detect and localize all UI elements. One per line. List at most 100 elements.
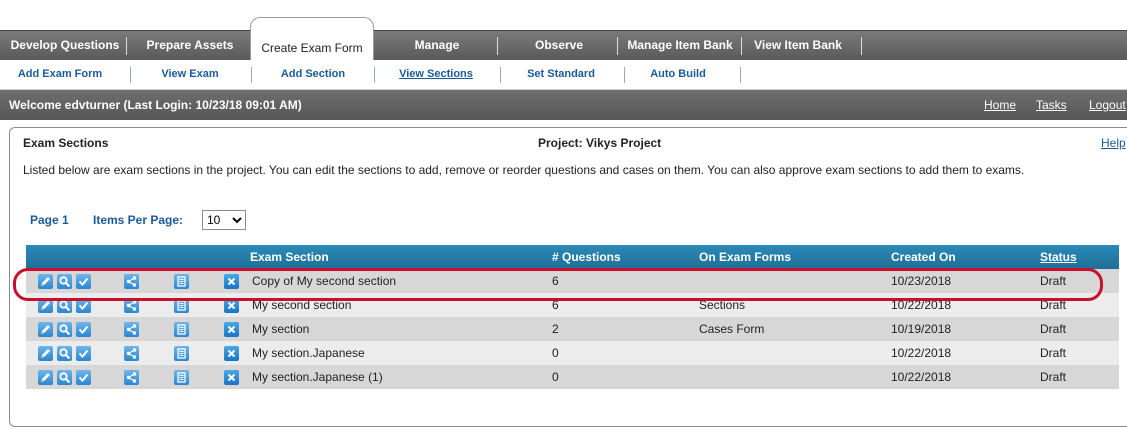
sub-nav: Add Exam Form View Exam Add Section View…: [0, 60, 1127, 90]
table-row: My section 2 Cases Form 10/19/2018 Draft: [26, 317, 1119, 341]
delete-icon[interactable]: [224, 346, 239, 361]
tab-prepare-assets[interactable]: Prepare Assets: [138, 31, 242, 60]
cell-exam-section: My section.Japanese (1): [252, 370, 383, 384]
notes-icon[interactable]: [174, 322, 189, 337]
table-row: Copy of My second section 6 10/23/2018 Draf…: [26, 269, 1119, 293]
cell-status: Draft: [1040, 298, 1067, 312]
header-on-exam-forms[interactable]: On Exam Forms: [699, 245, 791, 269]
subnav-auto-build[interactable]: Auto Build: [638, 60, 718, 89]
edit-icon[interactable]: [38, 370, 53, 385]
search-icon[interactable]: [57, 298, 72, 313]
share-icon[interactable]: [124, 346, 139, 361]
panel-title: Exam Sections: [23, 136, 109, 150]
subnav-view-sections[interactable]: View Sections: [386, 60, 486, 89]
subnav-divider: [500, 67, 501, 83]
cell-created-on: 10/22/2018: [891, 370, 952, 384]
items-per-page-select[interactable]: 10: [202, 210, 246, 230]
nav-divider: [741, 37, 742, 55]
header-created-on[interactable]: Created On: [891, 245, 956, 269]
delete-icon[interactable]: [224, 322, 239, 337]
share-icon[interactable]: [124, 370, 139, 385]
cell-created-on: 10/22/2018: [891, 298, 952, 312]
subnav-divider: [130, 67, 131, 83]
delete-icon[interactable]: [224, 370, 239, 385]
notes-icon[interactable]: [174, 370, 189, 385]
nav-divider: [497, 37, 498, 55]
home-link[interactable]: Home: [984, 90, 1016, 120]
tab-manage[interactable]: Manage: [392, 31, 482, 60]
search-icon[interactable]: [57, 274, 72, 289]
table-row: My section.Japanese (1) 0 10/22/2018 Draft: [26, 365, 1119, 389]
notes-icon[interactable]: [174, 274, 189, 289]
tab-create-exam-form[interactable]: Create Exam Form: [250, 17, 374, 61]
subnav-add-exam-form[interactable]: Add Exam Form: [8, 60, 112, 89]
tab-view-item-bank[interactable]: View Item Bank: [748, 31, 848, 60]
cell-exam-section: Copy of My second section: [252, 274, 397, 288]
subnav-view-exam[interactable]: View Exam: [145, 60, 235, 89]
cell-questions: 0: [552, 370, 559, 384]
page-indicator[interactable]: Page 1: [30, 213, 69, 227]
logout-link[interactable]: Logout: [1089, 90, 1126, 120]
tasks-link[interactable]: Tasks: [1036, 90, 1067, 120]
approve-check-icon[interactable]: [76, 274, 91, 289]
items-per-page-label: Items Per Page:: [93, 213, 184, 227]
cell-on-exam-forms: Cases Form: [699, 322, 765, 336]
welcome-message: Welcome edvturner (Last Login: 10/23/18 …: [9, 98, 302, 112]
approve-check-icon[interactable]: [76, 298, 91, 313]
pager: Page 1 Items Per Page: 10: [30, 210, 246, 230]
search-icon[interactable]: [57, 322, 72, 337]
nav-divider: [617, 37, 618, 55]
subnav-add-section[interactable]: Add Section: [266, 60, 360, 89]
notes-icon[interactable]: [174, 298, 189, 313]
tab-manage-item-bank[interactable]: Manage Item Bank: [621, 31, 739, 60]
header-status[interactable]: Status: [1040, 245, 1077, 269]
search-icon[interactable]: [57, 346, 72, 361]
subnav-divider: [251, 67, 252, 83]
edit-icon[interactable]: [38, 274, 53, 289]
top-strip: [0, 0, 1127, 30]
share-icon[interactable]: [124, 298, 139, 313]
panel-description: Listed below are exam sections in the pr…: [23, 163, 1025, 177]
header-questions[interactable]: # Questions: [552, 245, 621, 269]
tab-observe[interactable]: Observe: [514, 31, 604, 60]
approve-check-icon[interactable]: [76, 370, 91, 385]
nav-divider: [126, 37, 127, 55]
header-exam-section[interactable]: Exam Section: [250, 245, 329, 269]
cell-created-on: 10/19/2018: [891, 322, 952, 336]
notes-icon[interactable]: [174, 346, 189, 361]
cell-status: Draft: [1040, 346, 1067, 360]
subnav-divider: [374, 67, 375, 83]
nav-divider: [861, 37, 862, 55]
delete-icon[interactable]: [224, 298, 239, 313]
cell-questions: 6: [552, 298, 559, 312]
cell-created-on: 10/22/2018: [891, 346, 952, 360]
subnav-divider: [740, 67, 741, 83]
cell-questions: 0: [552, 346, 559, 360]
subnav-divider: [624, 67, 625, 83]
help-link[interactable]: Help: [1101, 136, 1126, 150]
table-header: Exam Section # Questions On Exam Forms C…: [26, 245, 1119, 269]
cell-exam-section: My section: [252, 322, 310, 336]
welcome-bar: Welcome edvturner (Last Login: 10/23/18 …: [0, 90, 1127, 120]
project-name: Project: Vikys Project: [538, 136, 662, 150]
cell-exam-section: My section.Japanese: [252, 346, 365, 360]
approve-check-icon[interactable]: [76, 322, 91, 337]
cell-status: Draft: [1040, 370, 1067, 384]
share-icon[interactable]: [124, 322, 139, 337]
cell-status: Draft: [1040, 322, 1067, 336]
table-row: My second section 6 Sections 10/22/2018 Draf…: [26, 293, 1119, 317]
exam-sections-panel: Exam Sections Project: Vikys Project Hel…: [9, 127, 1127, 427]
edit-icon[interactable]: [38, 322, 53, 337]
tab-develop-questions[interactable]: Develop Questions: [8, 31, 122, 60]
edit-icon[interactable]: [38, 298, 53, 313]
table-row: My section.Japanese 0 10/22/2018 Draft: [26, 341, 1119, 365]
approve-check-icon[interactable]: [76, 346, 91, 361]
subnav-set-standard[interactable]: Set Standard: [512, 60, 610, 89]
share-icon[interactable]: [124, 274, 139, 289]
search-icon[interactable]: [57, 370, 72, 385]
edit-icon[interactable]: [38, 346, 53, 361]
main-nav: Develop Questions Prepare Assets Create …: [0, 17, 1127, 61]
delete-icon[interactable]: [224, 274, 239, 289]
cell-questions: 2: [552, 322, 559, 336]
cell-created-on: 10/23/2018: [891, 274, 952, 288]
